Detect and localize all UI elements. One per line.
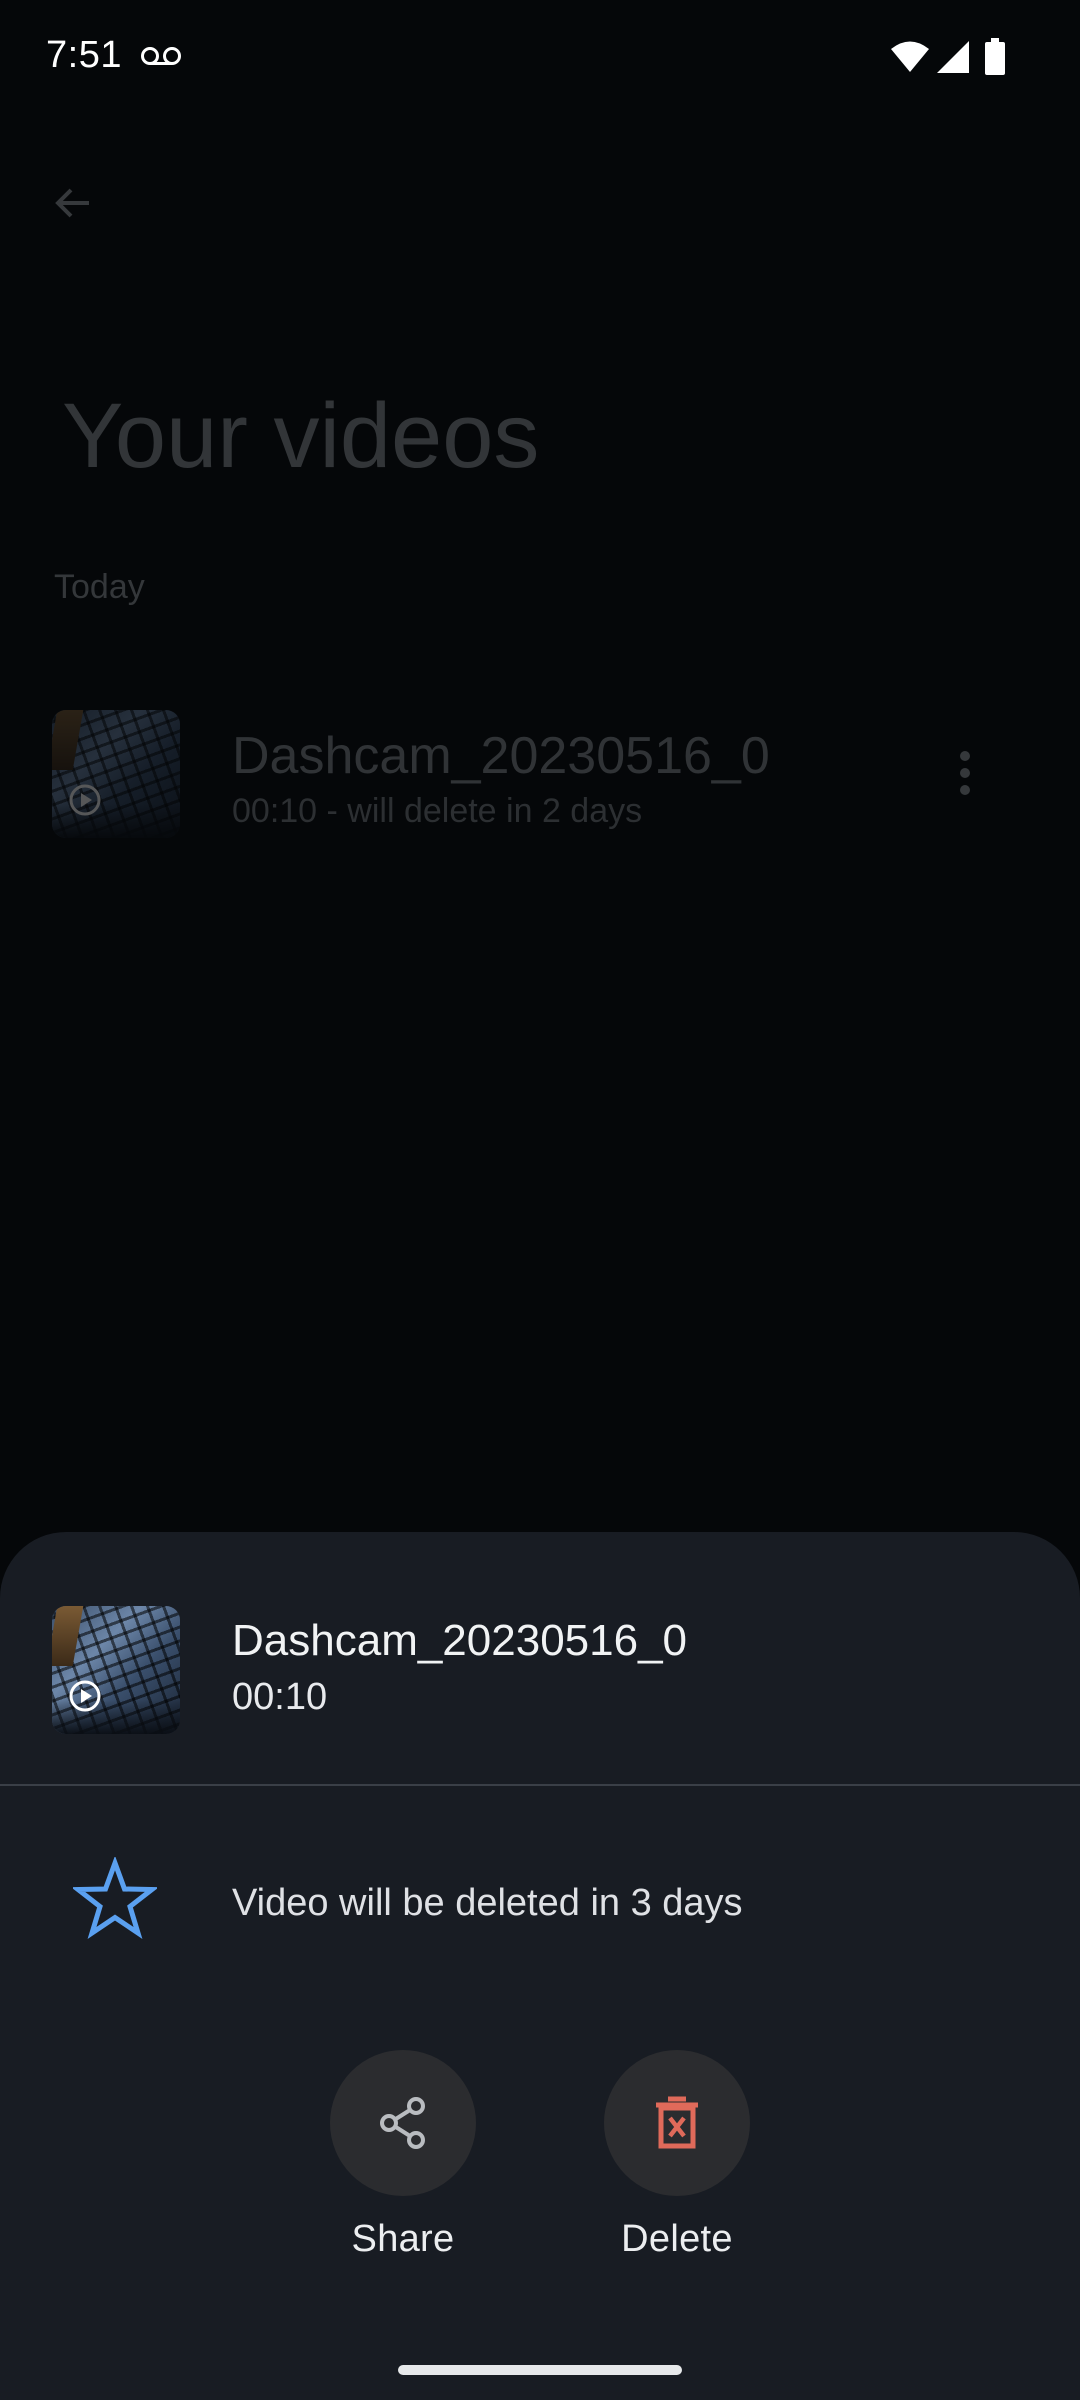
sheet-header: Dashcam_20230516_0 00:10: [0, 1532, 1080, 1786]
delete-label: Delete: [621, 2218, 733, 2260]
back-button[interactable]: [40, 170, 106, 236]
play-circle-icon: [68, 1679, 102, 1718]
video-title: Dashcam_20230516_0: [232, 727, 770, 785]
video-bottom-sheet: Dashcam_20230516_0 00:10 Video will be d…: [0, 1532, 1080, 2400]
status-bar: 7:51: [0, 0, 1080, 120]
video-subtitle: 00:10 - will delete in 2 days: [232, 792, 643, 830]
videos-page: Your videos Today Dashcam_20230516_0 00:…: [0, 120, 1080, 1540]
page-title: Your videos: [62, 385, 540, 487]
battery-icon: [984, 38, 1006, 81]
share-button[interactable]: [330, 2050, 476, 2196]
arrow-back-icon: [55, 188, 89, 218]
star-outline-icon: [73, 1857, 157, 1939]
status-time: 7:51: [46, 34, 122, 76]
video-thumbnail: [52, 710, 180, 838]
star-button[interactable]: [62, 1846, 168, 1952]
more-vert-icon: [960, 751, 970, 761]
sheet-divider: [0, 1784, 1080, 1786]
sheet-video-title: Dashcam_20230516_0: [232, 1616, 688, 1665]
share-icon: [380, 2097, 425, 2149]
home-indicator[interactable]: [398, 2365, 682, 2375]
more-options-button[interactable]: [940, 738, 990, 808]
retention-row: Video will be deleted in 3 days: [0, 1832, 1080, 1962]
play-circle-icon: [68, 783, 102, 822]
section-header-today: Today: [54, 568, 145, 606]
delete-icon: [656, 2096, 698, 2149]
wifi-icon: [890, 40, 930, 79]
retention-text: Video will be deleted in 3 days: [232, 1882, 743, 1924]
cellular-signal-icon: [936, 40, 970, 79]
sheet-video-thumbnail: [52, 1606, 180, 1734]
delete-action: Delete: [577, 2050, 777, 2290]
sheet-video-duration: 00:10: [232, 1676, 328, 1718]
share-action: Share: [303, 2050, 503, 2290]
delete-button[interactable]: [604, 2050, 750, 2196]
share-label: Share: [351, 2218, 455, 2260]
voicemail-icon: [140, 44, 182, 73]
video-list-item[interactable]: Dashcam_20230516_0 00:10 - will delete i…: [0, 710, 1080, 840]
